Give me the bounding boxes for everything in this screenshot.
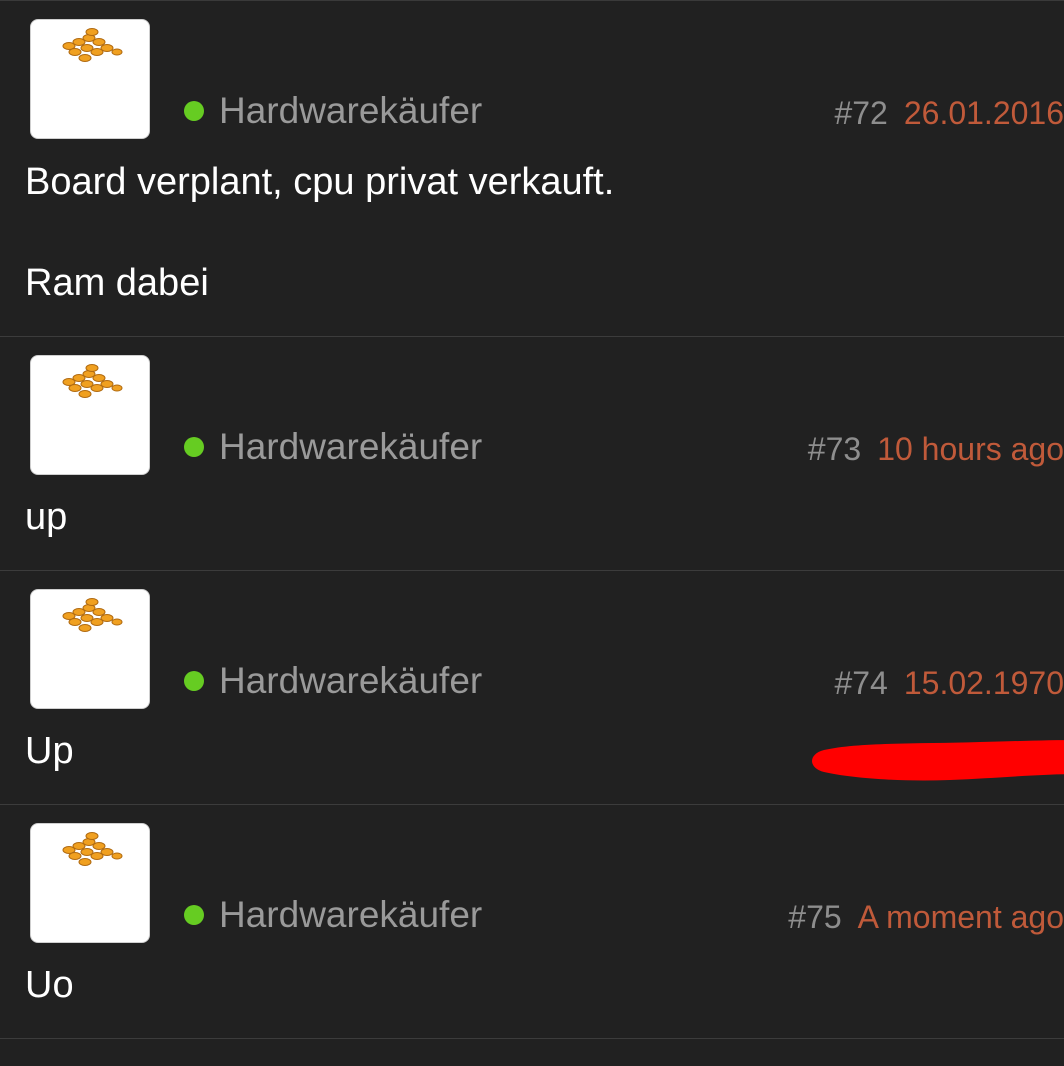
post-body-line-1: Board verplant, cpu privat verkauft.: [25, 161, 615, 203]
gold-coins-icon: [62, 364, 123, 398]
post-number[interactable]: #72: [834, 95, 887, 131]
username[interactable]: Hardwarekäufer: [219, 425, 482, 469]
online-status-icon: [184, 905, 204, 925]
post-73: Hardwarekäufer #73 10 hours ago up: [0, 337, 1064, 571]
online-status-icon: [184, 437, 204, 457]
post-time[interactable]: 10 hours ago: [877, 431, 1064, 467]
post-number[interactable]: #74: [834, 665, 887, 701]
online-status-icon: [184, 101, 204, 121]
post-body-line-1: up: [25, 496, 68, 538]
avatar[interactable]: [30, 19, 150, 139]
post-75: Hardwarekäufer #75 A moment ago Uo: [0, 805, 1064, 1039]
post-body-line-1: Uo: [25, 964, 74, 1006]
username[interactable]: Hardwarekäufer: [219, 893, 482, 937]
post-meta: #74 15.02.1970: [804, 663, 1064, 703]
gold-coins-icon: [62, 598, 123, 632]
post-meta: #73 10 hours ago: [784, 429, 1064, 469]
post-meta: #72 26.01.2016: [804, 93, 1064, 133]
username[interactable]: Hardwarekäufer: [219, 89, 482, 133]
post-body-line-1: Up: [25, 730, 74, 772]
post-number[interactable]: #75: [788, 899, 841, 935]
username[interactable]: Hardwarekäufer: [219, 659, 482, 703]
avatar[interactable]: [30, 355, 150, 475]
post-time[interactable]: A moment ago: [858, 899, 1064, 935]
avatar[interactable]: [30, 589, 150, 709]
gold-coins-icon: [62, 832, 123, 866]
post-72: Hardwarekäufer #72 26.01.2016 Board verpl…: [0, 0, 1064, 337]
post-meta: #75 A moment ago: [764, 897, 1064, 937]
red-redaction-stroke: [812, 740, 1064, 781]
post-time[interactable]: 15.02.1970: [904, 665, 1064, 701]
online-status-icon: [184, 671, 204, 691]
post-number[interactable]: #73: [808, 431, 861, 467]
post-body-line-2: Ram dabei: [25, 262, 209, 304]
post-time[interactable]: 26.01.2016: [904, 95, 1064, 131]
avatar[interactable]: [30, 823, 150, 943]
gold-coins-icon: [62, 28, 123, 62]
